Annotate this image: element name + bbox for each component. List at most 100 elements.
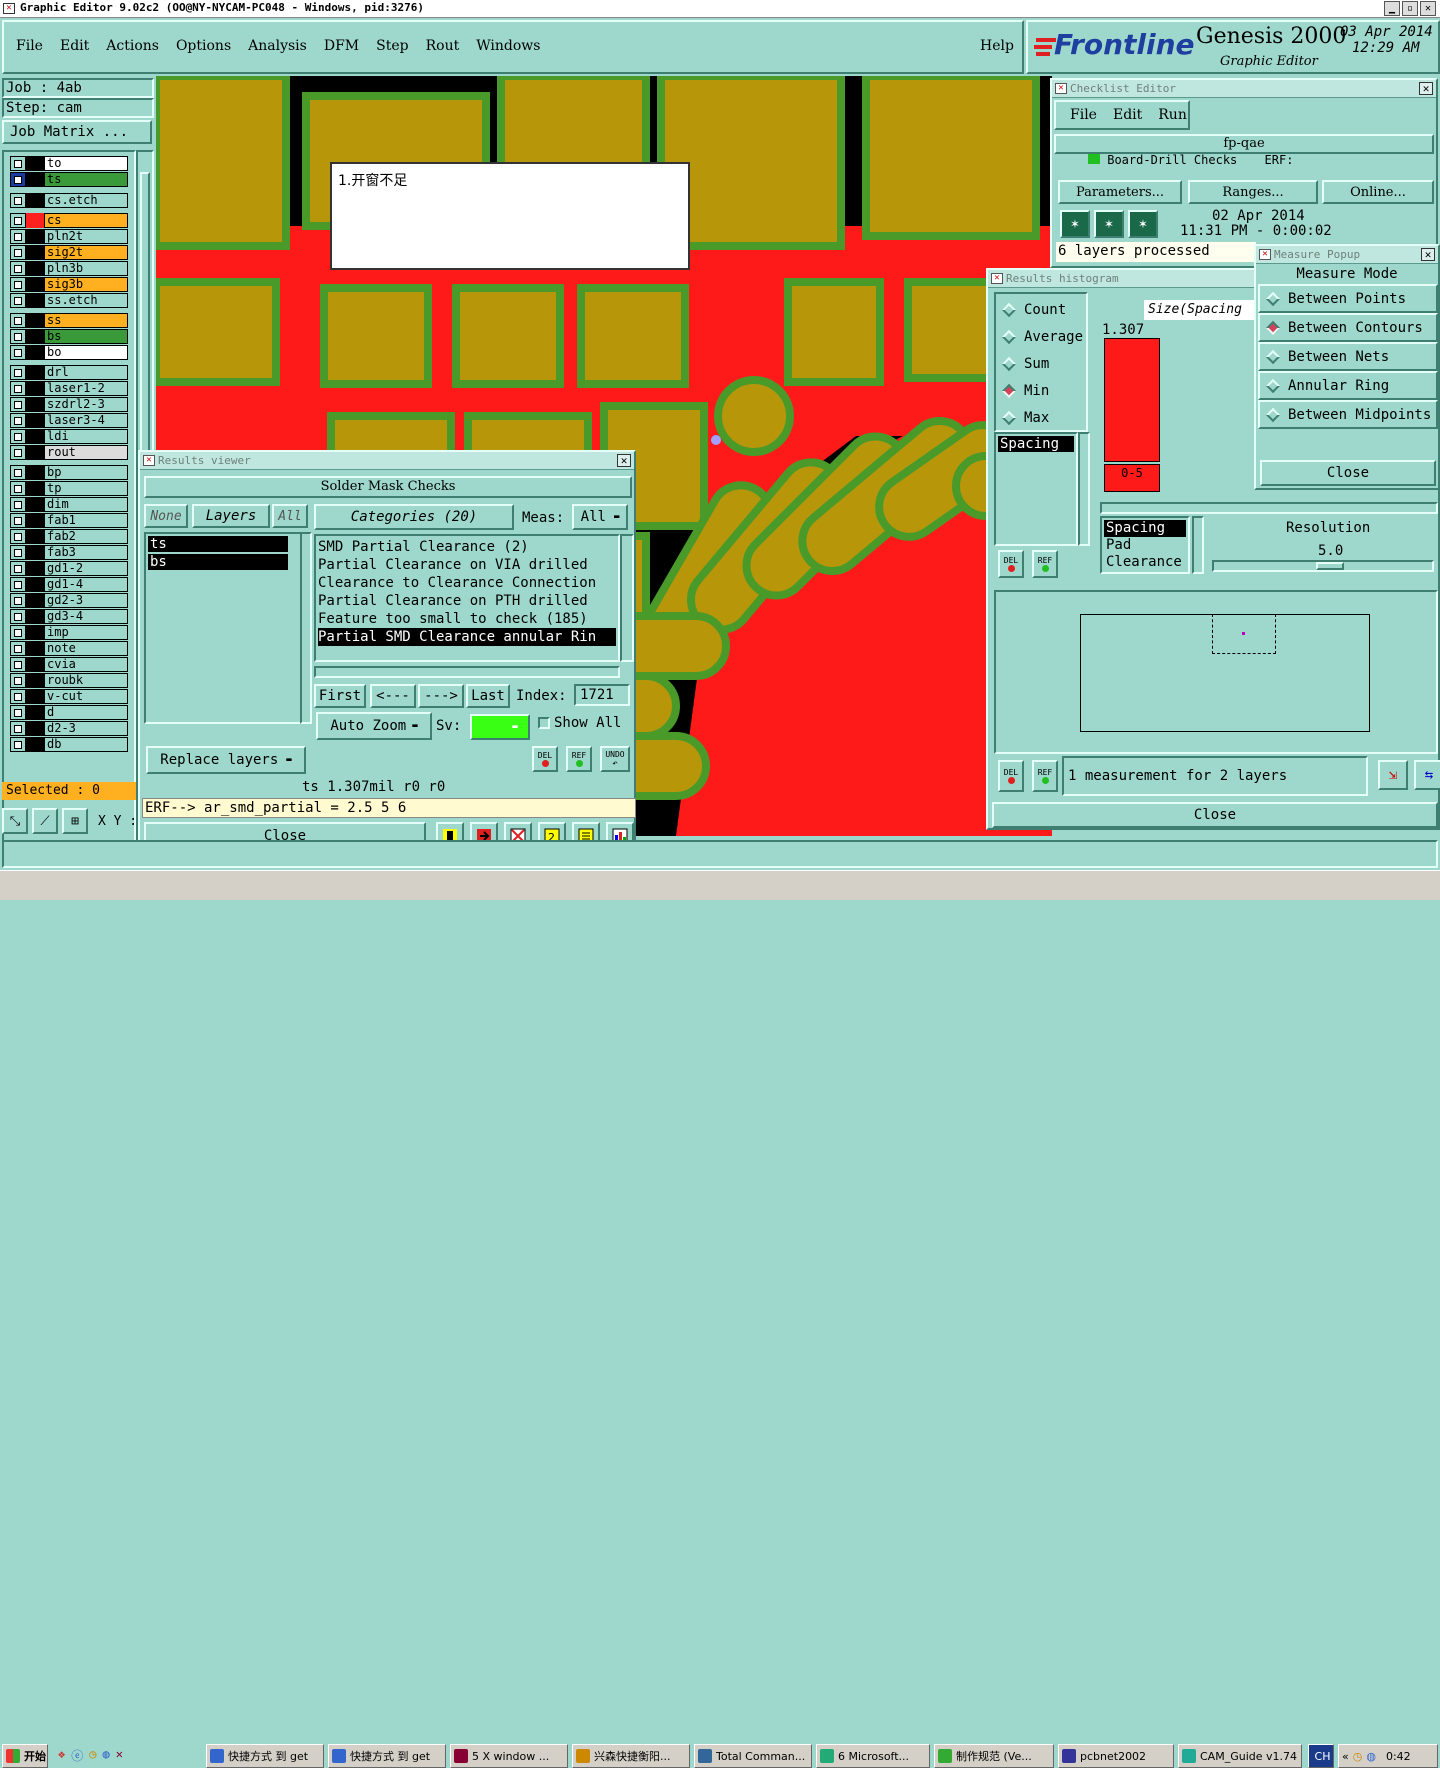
close-icon[interactable]: ✕: [1419, 82, 1433, 95]
ranges-button[interactable]: Ranges...: [1188, 180, 1318, 204]
layer-row-tp[interactable]: tp: [10, 481, 128, 496]
layer-checkbox[interactable]: [10, 193, 26, 208]
layer-name[interactable]: rout: [44, 445, 128, 460]
layer-name[interactable]: cvia: [44, 657, 128, 672]
layer-checkbox[interactable]: [10, 593, 26, 608]
close-icon[interactable]: ✕: [1421, 248, 1435, 261]
taskbar-item[interactable]: 制作规范 (Ve...: [934, 1744, 1054, 1768]
layer-row-laser3-4[interactable]: laser3-4: [10, 413, 128, 428]
category-item[interactable]: Partial Clearance on VIA drilled: [318, 556, 616, 574]
users-icon[interactable]: ❖: [58, 1747, 65, 1764]
taskbar-item[interactable]: Total Comman...: [694, 1744, 812, 1768]
layer-color-swatch[interactable]: [26, 429, 44, 444]
layer-color-swatch[interactable]: [26, 313, 44, 328]
layer-color-swatch[interactable]: [26, 293, 44, 308]
histogram-close-button[interactable]: Close: [992, 802, 1438, 828]
category-item[interactable]: Partial Clearance on PTH drilled: [318, 592, 616, 610]
lang-indicator[interactable]: CH: [1308, 1744, 1334, 1768]
layer-color-swatch[interactable]: [26, 381, 44, 396]
layer-row-d[interactable]: d: [10, 705, 128, 720]
layer-checkbox[interactable]: [10, 625, 26, 640]
measure-copy-icon[interactable]: ⇲: [1378, 760, 1408, 790]
layer-checkbox[interactable]: [10, 657, 26, 672]
layer-checkbox[interactable]: [10, 721, 26, 736]
layer-color-swatch[interactable]: [26, 245, 44, 260]
measure-clear-icon[interactable]: ⇆: [1414, 760, 1440, 790]
metric-item[interactable]: Spacing: [998, 436, 1074, 452]
layer-name[interactable]: drl: [44, 365, 128, 380]
layer-row-v-cut[interactable]: v-cut: [10, 689, 128, 704]
x-app-icon[interactable]: ✕: [116, 1747, 123, 1764]
layer-color-swatch[interactable]: [26, 609, 44, 624]
layer-row-drl[interactable]: drl: [10, 365, 128, 380]
parameters-button[interactable]: Parameters...: [1058, 180, 1182, 204]
layer-row-roubk[interactable]: roubk: [10, 673, 128, 688]
checklist-row[interactable]: Board-Drill Checks ERF:: [1058, 154, 1428, 166]
grid-icon[interactable]: ⊞: [62, 808, 88, 834]
layer-color-swatch[interactable]: [26, 705, 44, 720]
layer-row-laser1-2[interactable]: laser1-2: [10, 381, 128, 396]
ie-icon[interactable]: ⓔ: [71, 1747, 83, 1764]
layer-checkbox[interactable]: [10, 689, 26, 704]
layer-checkbox[interactable]: [10, 445, 26, 460]
maximize-button[interactable]: ▫: [1402, 1, 1418, 16]
layer-name[interactable]: szdrl2-3: [44, 397, 128, 412]
layer-color-swatch[interactable]: [26, 593, 44, 608]
histogram-hscroll[interactable]: [1100, 502, 1438, 514]
layer-name[interactable]: sig2t: [44, 245, 128, 260]
layer-checkbox[interactable]: [10, 397, 26, 412]
first-button[interactable]: First: [314, 684, 366, 708]
layer-row-cvia[interactable]: cvia: [10, 657, 128, 672]
layer-row-szdrl2-3[interactable]: szdrl2-3: [10, 397, 128, 412]
layer-checkbox[interactable]: [10, 429, 26, 444]
layer-row-ldi[interactable]: ldi: [10, 429, 128, 444]
category-item[interactable]: Feature too small to check (185): [318, 610, 616, 628]
layer-color-swatch[interactable]: [26, 577, 44, 592]
layer-row-db[interactable]: db: [10, 737, 128, 752]
layer-row-fab2[interactable]: fab2: [10, 529, 128, 544]
layer-result-list[interactable]: ts bs: [144, 532, 302, 724]
layer-checkbox[interactable]: [10, 545, 26, 560]
measure-icon[interactable]: ⟋: [32, 808, 58, 834]
layer-row-gd1-4[interactable]: gd1-4: [10, 577, 128, 592]
layer-checkbox[interactable]: [10, 609, 26, 624]
clock-app-icon[interactable]: ◷: [89, 1747, 96, 1764]
measure-option-between-points[interactable]: Between Points: [1258, 284, 1438, 313]
layer-color-swatch[interactable]: [26, 213, 44, 228]
layer-name[interactable]: d2-3: [44, 721, 128, 736]
layer-name[interactable]: dim: [44, 497, 128, 512]
layer-row-fab1[interactable]: fab1: [10, 513, 128, 528]
tray-expand-icon[interactable]: «: [1342, 1750, 1349, 1763]
layer-checkbox[interactable]: [10, 497, 26, 512]
del-button[interactable]: DEL: [532, 746, 558, 772]
layer-row-d2-3[interactable]: d2-3: [10, 721, 128, 736]
taskbar-item[interactable]: 快捷方式 到 get: [206, 1744, 324, 1768]
metric-scrollbar[interactable]: [1078, 432, 1090, 546]
layer-checkbox[interactable]: [10, 156, 26, 171]
result-layer-item[interactable]: bs: [148, 554, 288, 570]
layer-name[interactable]: gd3-4: [44, 609, 128, 624]
layer-row-gd1-2[interactable]: gd1-2: [10, 561, 128, 576]
ref-button[interactable]: REF: [566, 746, 592, 772]
measure-option-between-contours[interactable]: Between Contours: [1258, 313, 1438, 342]
layer-color-swatch[interactable]: [26, 497, 44, 512]
menu-edit[interactable]: Edit: [60, 38, 89, 54]
layer-name[interactable]: ss: [44, 313, 128, 328]
layer-checkbox[interactable]: [10, 737, 26, 752]
attr-item-pad[interactable]: Pad: [1104, 537, 1186, 554]
layer-name[interactable]: ts: [44, 172, 128, 187]
hist-del-button[interactable]: DEL: [998, 550, 1024, 578]
slider-thumb[interactable]: [1316, 562, 1344, 570]
layer-color-swatch[interactable]: [26, 193, 44, 208]
layer-color-swatch[interactable]: [26, 529, 44, 544]
layer-name[interactable]: gd1-2: [44, 561, 128, 576]
measure-option-annular-ring[interactable]: Annular Ring: [1258, 371, 1438, 400]
layer-name[interactable]: db: [44, 737, 128, 752]
layer-checkbox[interactable]: [10, 213, 26, 228]
hist-ref-button[interactable]: REF: [1032, 550, 1058, 578]
meas-select[interactable]: All ▬: [572, 504, 628, 530]
layer-row-sig3b[interactable]: sig3b: [10, 277, 128, 292]
layer-name[interactable]: ss.etch: [44, 293, 128, 308]
taskbar-item[interactable]: 5 X window ...: [450, 1744, 568, 1768]
auto-zoom-select[interactable]: Auto Zoom ▬: [316, 712, 432, 740]
